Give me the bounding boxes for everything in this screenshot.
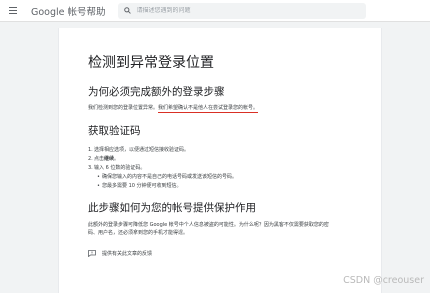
protection-text-line2: 码、用户名，还必须拿到您的手机才能得逞。 <box>88 230 189 236</box>
protection-text-line1: 此额外的登录步骤可降低您 Google 帐号中个人信息被盗的可能性。为什么呢？因… <box>88 222 329 228</box>
main-menu-button[interactable] <box>4 0 22 22</box>
section-why-text: 我们检测到您的登录位置异常。我们希望确认不是他人在尝试登录您的帐号。 <box>88 104 378 113</box>
brand-title[interactable]: Google 帐号帮助 <box>31 4 106 18</box>
why-text-plain: 我们检测到您的登录位置异常。 <box>88 105 159 111</box>
article-card: 检测到异常登录位置 为何必须完成额外的登录步骤 我们检测到您的登录位置异常。我们… <box>58 28 382 293</box>
search-input[interactable] <box>136 7 337 14</box>
step-text-suffix: 。 <box>114 156 120 162</box>
step-text-bold: 继续 <box>104 156 115 162</box>
feedback-link[interactable]: 提供有关此文章的反馈 <box>88 250 378 258</box>
section-heading-protection: 此步骤如何为您的帐号提供保护作用 <box>88 202 256 214</box>
bullet-item: 确保您输入的内容不是自己的电话号码或发送该短信的号码。 <box>97 173 378 182</box>
step-item: 2.点击继续。 <box>88 155 378 164</box>
step-text: 输入 6 位数的验证码。 <box>94 165 146 171</box>
article-content: 检测到异常登录位置 为何必须完成额外的登录步骤 我们检测到您的登录位置异常。我们… <box>88 54 378 258</box>
feedback-label: 提供有关此文章的反馈 <box>102 251 153 257</box>
step-bullets: 确保您输入的内容不是自己的电话号码或发送该短信的号码。 您最多需要 10 分钟便… <box>88 173 378 191</box>
search-icon[interactable] <box>121 3 135 19</box>
steps-list: 1.选择相应选项，以便通过短信接收验证码。 2.点击继续。 3.输入 6 位数的… <box>88 146 378 191</box>
article-title: 检测到异常登录位置 <box>88 55 214 71</box>
search-box[interactable] <box>117 2 366 19</box>
feedback-icon <box>88 250 96 258</box>
section-heading-code: 获取验证码 <box>88 125 141 137</box>
step-item: 3.输入 6 位数的验证码。 确保您输入的内容不是自己的电话号码或发送该短信的号… <box>88 164 378 191</box>
menu-icon <box>9 7 17 14</box>
top-app-bar: Google 帐号帮助 <box>0 0 430 22</box>
step-text-prefix: 点击 <box>94 156 105 162</box>
why-text-underlined: 我们希望确认不是他人在尝试登录您的帐号。 <box>158 105 259 113</box>
bullet-item: 您最多需要 10 分钟便可收到短信。 <box>97 182 378 191</box>
step-text: 选择相应选项，以便通过短信接收验证码。 <box>94 147 190 153</box>
section-heading-why: 为何必须完成额外的登录步骤 <box>88 86 225 98</box>
step-item: 1.选择相应选项，以便通过短信接收验证码。 <box>88 146 378 155</box>
watermark: CSDN @creouser <box>343 275 424 286</box>
